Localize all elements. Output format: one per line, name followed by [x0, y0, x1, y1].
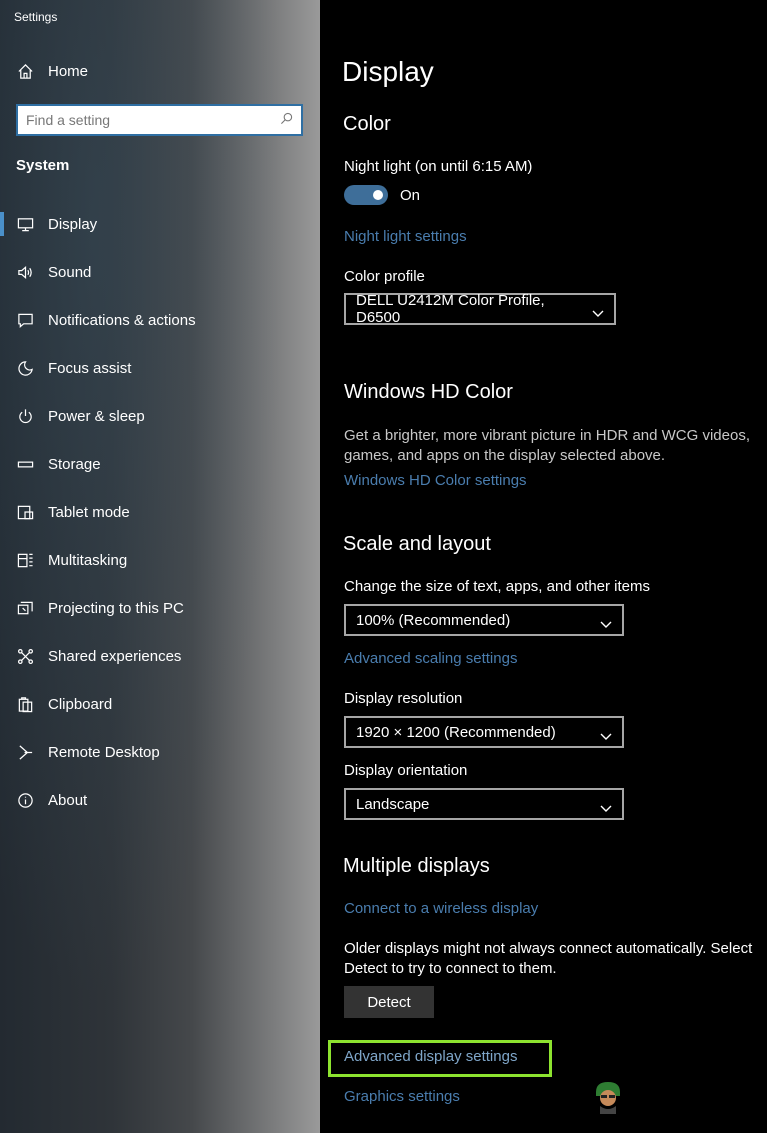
sidebar: Settings Home System Display Sound	[0, 0, 320, 1133]
sidebar-item-label: Notifications & actions	[48, 311, 196, 329]
multiple-displays-description: Older displays might not always connect …	[344, 940, 753, 977]
resolution-value: 1920 × 1200 (Recommended)	[356, 723, 556, 741]
sidebar-item-label: Storage	[48, 455, 101, 473]
sidebar-item-remote-desktop[interactable]: Remote Desktop	[0, 728, 320, 776]
notification-icon	[16, 311, 34, 329]
sidebar-item-sound[interactable]: Sound	[0, 248, 320, 296]
detect-button[interactable]: Detect	[344, 986, 434, 1018]
night-light-toggle-state: On	[400, 187, 421, 204]
multitasking-icon	[16, 551, 34, 569]
section-heading-scale-layout: Scale and layout	[343, 533, 491, 555]
monitor-icon	[16, 215, 34, 233]
moon-icon	[16, 359, 34, 377]
watermark-logo-icon	[588, 1074, 628, 1114]
sidebar-item-label: Shared experiences	[48, 647, 182, 665]
wireless-display-link[interactable]: Connect to a wireless display	[344, 900, 538, 917]
sidebar-item-label: Clipboard	[48, 695, 113, 713]
sidebar-item-label: Projecting to this PC	[48, 599, 184, 617]
sidebar-item-clipboard[interactable]: Clipboard	[0, 680, 320, 728]
resolution-label: Display resolution	[344, 690, 463, 707]
chevron-down-icon	[600, 800, 612, 812]
search-icon[interactable]	[280, 112, 293, 128]
resolution-select[interactable]: 1920 × 1200 (Recommended)	[344, 716, 624, 748]
orientation-label: Display orientation	[344, 762, 468, 779]
sidebar-item-multitasking[interactable]: Multitasking	[0, 536, 320, 584]
night-light-settings-link[interactable]: Night light settings	[344, 228, 467, 245]
scale-select[interactable]: 100% (Recommended)	[344, 604, 624, 636]
sidebar-item-label: Sound	[48, 263, 92, 281]
section-heading-multiple-displays: Multiple displays	[343, 855, 490, 877]
color-profile-label: Color profile	[344, 268, 425, 285]
orientation-value: Landscape	[356, 795, 430, 813]
search-input[interactable]	[26, 112, 280, 128]
home-label: Home	[48, 62, 89, 80]
sidebar-item-storage[interactable]: Storage	[0, 440, 320, 488]
sidebar-item-label: Multitasking	[48, 551, 128, 569]
sidebar-item-label: Power & sleep	[48, 407, 145, 425]
sidebar-item-about[interactable]: About	[0, 776, 320, 824]
chevron-down-icon	[600, 616, 612, 628]
sidebar-item-tablet-mode[interactable]: Tablet mode	[0, 488, 320, 536]
graphics-settings-link[interactable]: Graphics settings	[344, 1088, 460, 1105]
speaker-icon	[16, 263, 34, 281]
remote-desktop-icon	[16, 743, 34, 761]
sidebar-item-label: Tablet mode	[48, 503, 130, 521]
sidebar-item-power-sleep[interactable]: Power & sleep	[0, 392, 320, 440]
section-heading-color: Color	[343, 113, 391, 135]
chevron-down-icon	[592, 305, 604, 317]
color-profile-select[interactable]: DELL U2412M Color Profile, D6500	[344, 292, 616, 326]
section-label-system: System	[16, 157, 70, 174]
clipboard-icon	[16, 695, 34, 713]
chevron-down-icon	[600, 728, 612, 740]
sidebar-item-label: Focus assist	[48, 359, 132, 377]
sidebar-item-label: Display	[48, 215, 98, 233]
main-content: Display Color Night light (on until 6:15…	[320, 0, 767, 1133]
orientation-select[interactable]: Landscape	[344, 788, 624, 820]
window-title: Settings	[14, 10, 58, 24]
search-box[interactable]	[16, 104, 303, 136]
hd-color-description: Get a brighter, more vibrant picture in …	[344, 427, 750, 464]
scale-value: 100% (Recommended)	[356, 611, 511, 629]
share-icon	[16, 647, 34, 665]
toggle-knob	[373, 190, 383, 200]
sidebar-item-notifications[interactable]: Notifications & actions	[0, 296, 320, 344]
home-icon	[16, 62, 34, 80]
advanced-display-settings-link[interactable]: Advanced display settings	[344, 1048, 517, 1065]
sidebar-item-shared-experiences[interactable]: Shared experiences	[0, 632, 320, 680]
advanced-scaling-link[interactable]: Advanced scaling settings	[344, 650, 517, 667]
projector-icon	[16, 599, 34, 617]
color-profile-value: DELL U2412M Color Profile, D6500	[356, 292, 545, 326]
sidebar-nav: Display Sound Notifications & actions Fo…	[0, 200, 320, 824]
sidebar-item-display[interactable]: Display	[0, 200, 320, 248]
sidebar-item-label: About	[48, 791, 88, 809]
section-heading-hd-color: Windows HD Color	[344, 381, 513, 403]
sidebar-item-projecting[interactable]: Projecting to this PC	[0, 584, 320, 632]
sidebar-item-label: Remote Desktop	[48, 743, 160, 761]
page-title: Display	[342, 56, 434, 87]
night-light-toggle[interactable]	[344, 185, 388, 205]
sidebar-home[interactable]: Home	[16, 62, 88, 80]
text-size-label: Change the size of text, apps, and other…	[344, 578, 651, 595]
tablet-icon	[16, 503, 34, 521]
hd-color-settings-link[interactable]: Windows HD Color settings	[344, 472, 527, 489]
sidebar-item-focus-assist[interactable]: Focus assist	[0, 344, 320, 392]
night-light-label: Night light (on until 6:15 AM)	[344, 158, 533, 175]
power-icon	[16, 407, 34, 425]
info-icon	[16, 791, 34, 809]
storage-icon	[16, 455, 34, 473]
